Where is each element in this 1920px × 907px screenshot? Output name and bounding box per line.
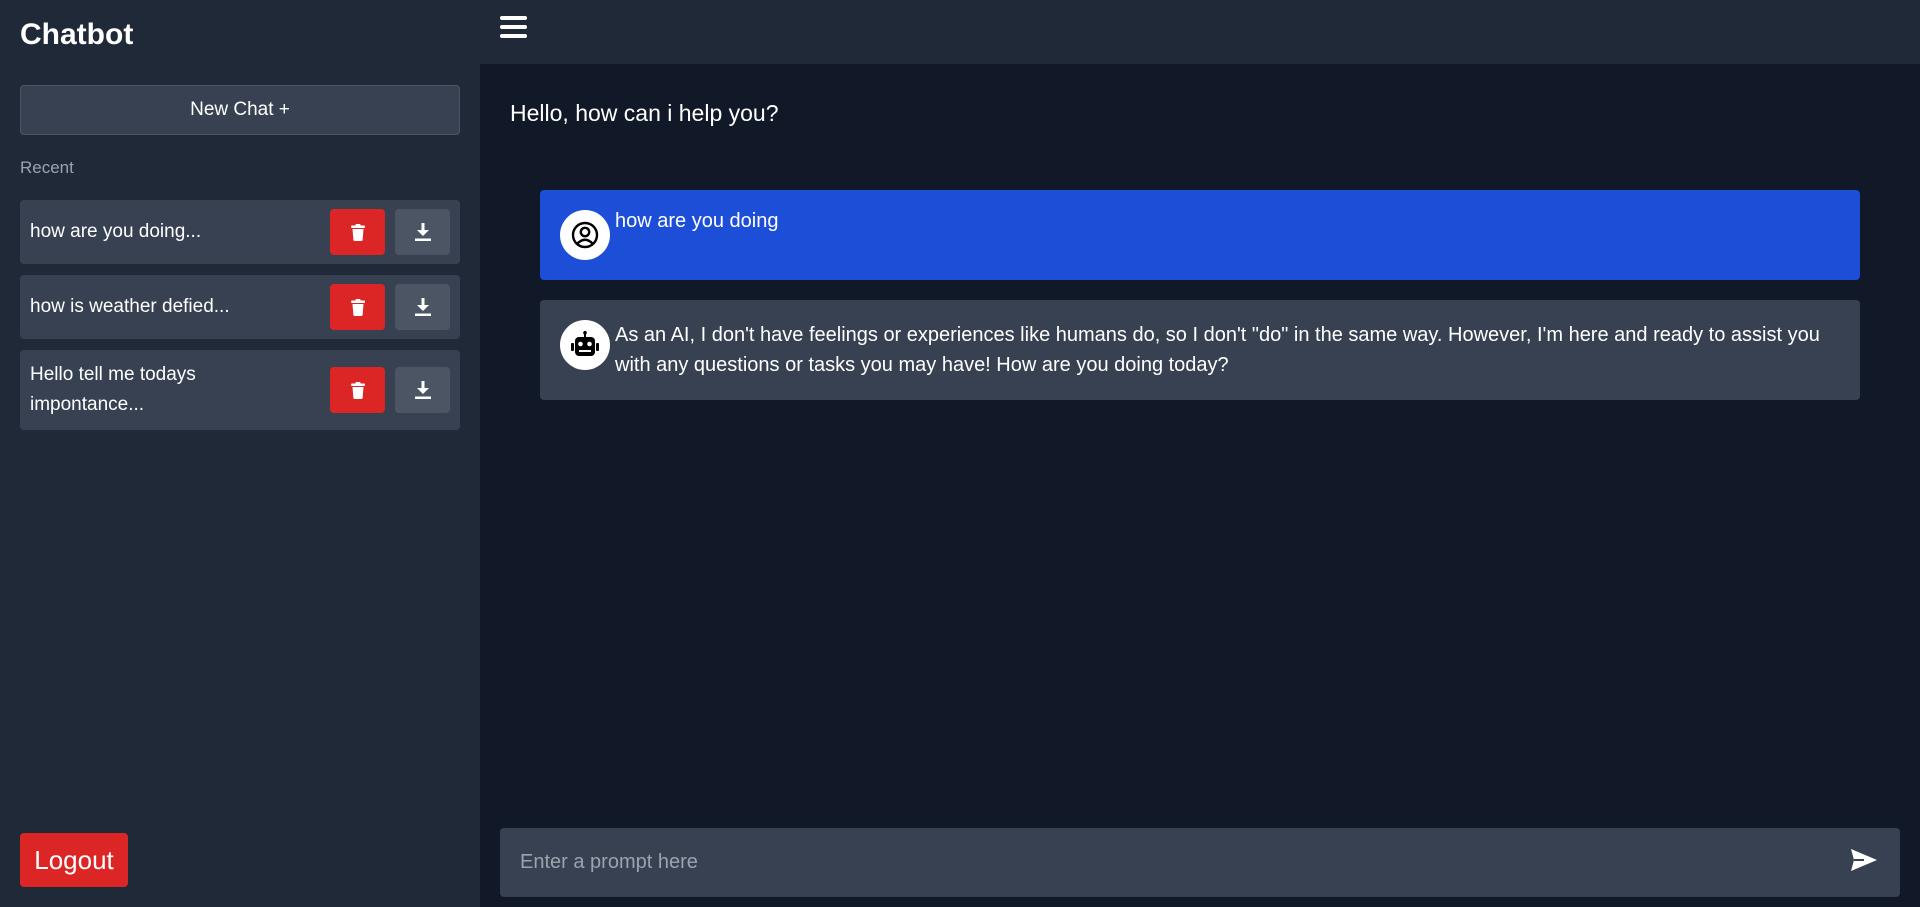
greeting-text: Hello, how can i help you? xyxy=(510,100,779,126)
delete-chat-button[interactable] xyxy=(330,284,385,330)
recent-label: Recent xyxy=(20,158,74,177)
chat-item[interactable]: how are you doing... xyxy=(20,200,460,264)
top-bar xyxy=(480,0,1920,64)
send-button[interactable] xyxy=(1850,848,1880,878)
chat-item-title[interactable]: Hello tell me todays impontance... xyxy=(30,360,320,420)
download-chat-button[interactable] xyxy=(395,367,450,413)
sidebar: Chatbot New Chat + Recent how are you do… xyxy=(0,0,480,907)
user-message: how are you doing xyxy=(540,190,1860,280)
bot-avatar xyxy=(560,320,610,370)
new-chat-button[interactable]: New Chat + xyxy=(20,85,460,135)
delete-chat-button[interactable] xyxy=(330,209,385,255)
bot-message-text: As an AI, I don't have feelings or exper… xyxy=(615,324,1820,376)
prompt-input[interactable] xyxy=(500,828,1820,897)
chat-item-title[interactable]: how is weather defied... xyxy=(30,292,320,322)
chat-item[interactable]: how is weather defied... xyxy=(20,275,460,339)
download-chat-button[interactable] xyxy=(395,284,450,330)
download-icon xyxy=(414,223,431,241)
download-icon xyxy=(414,298,431,316)
recent-chat-list: how are you doing... how is weather defi… xyxy=(20,200,460,441)
delete-chat-button[interactable] xyxy=(330,367,385,413)
trash-icon xyxy=(350,223,365,241)
chat-item[interactable]: Hello tell me todays impontance... xyxy=(20,350,460,430)
trash-icon xyxy=(350,381,365,399)
user-message-text: how are you doing xyxy=(615,210,779,232)
download-chat-button[interactable] xyxy=(395,209,450,255)
send-icon xyxy=(1851,849,1877,871)
trash-icon xyxy=(350,298,365,316)
prompt-bar xyxy=(500,828,1900,897)
logout-button[interactable]: Logout xyxy=(20,833,128,887)
bot-message: As an AI, I don't have feelings or exper… xyxy=(540,300,1860,400)
download-icon xyxy=(414,381,431,399)
chat-item-title[interactable]: how are you doing... xyxy=(30,217,320,247)
user-circle-icon xyxy=(571,221,599,249)
menu-icon[interactable] xyxy=(500,16,530,44)
user-avatar xyxy=(560,210,610,260)
robot-icon xyxy=(571,331,599,356)
app-title: Chatbot xyxy=(20,18,134,51)
